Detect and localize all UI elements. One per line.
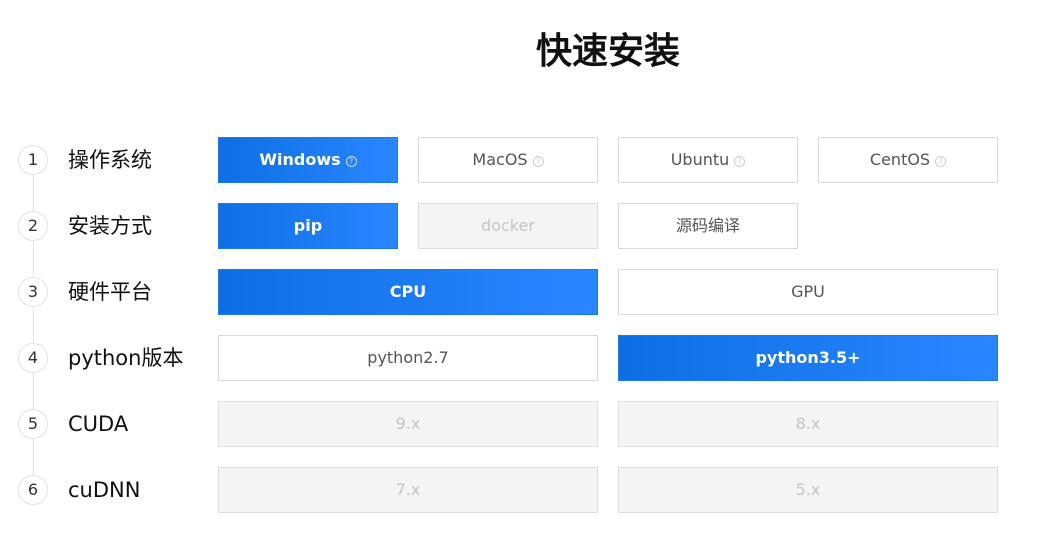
option-macos[interactable]: MacOS? [418, 137, 598, 183]
option-label: 9.x [395, 414, 421, 433]
option-label: python2.7 [367, 348, 449, 367]
option-label: CPU [389, 282, 427, 301]
question-icon[interactable]: ? [935, 156, 947, 167]
option-gpu[interactable]: GPU [618, 269, 998, 315]
option-label: 8.x [795, 414, 821, 433]
option-pip[interactable]: pip [218, 203, 398, 249]
question-icon[interactable]: ? [734, 156, 746, 167]
option-cudnn-7x: 7.x [218, 467, 598, 513]
option-label: 源码编译 [675, 216, 740, 235]
option-label: docker [481, 216, 535, 235]
option-label: MacOS [472, 150, 528, 169]
step-number: 4 [18, 343, 48, 373]
option-label: Ubuntu [670, 150, 730, 169]
step-row-cudnn: 6 cuDNN 7.x 5.x [0, 467, 1041, 513]
option-source-build[interactable]: 源码编译 [618, 203, 798, 249]
page-title: 快速安装 [535, 31, 680, 72]
step-number: 5 [18, 409, 48, 439]
option-python27[interactable]: python2.7 [218, 335, 598, 381]
option-windows[interactable]: Windows? [218, 137, 398, 183]
option-cudnn-5x: 5.x [618, 467, 998, 513]
step-label: 操作系统 [68, 148, 152, 172]
step-row-python-version: 4 python版本 python2.7 python3.5+ [0, 335, 1041, 381]
option-label: CentOS [869, 150, 931, 169]
option-docker: docker [418, 203, 598, 249]
step-label: CUDA [68, 412, 129, 436]
step-label: 安装方式 [68, 214, 152, 238]
step-label: cuDNN [68, 478, 141, 502]
option-ubuntu[interactable]: Ubuntu? [618, 137, 798, 183]
option-cuda-8x: 8.x [618, 401, 998, 447]
step-row-cuda: 5 CUDA 9.x 8.x [0, 401, 1041, 447]
option-label: python3.5+ [755, 348, 861, 367]
step-row-hardware: 3 硬件平台 CPU GPU [0, 269, 1041, 315]
option-label: pip [293, 216, 323, 235]
step-label: 硬件平台 [68, 280, 152, 304]
option-label: Windows [259, 150, 341, 169]
question-icon[interactable]: ? [532, 156, 544, 167]
option-python35[interactable]: python3.5+ [618, 335, 998, 381]
option-label: 5.x [795, 480, 821, 499]
option-label: 7.x [395, 480, 421, 499]
question-icon[interactable]: ? [345, 156, 357, 167]
step-number: 2 [18, 211, 48, 241]
step-number: 1 [18, 145, 48, 175]
step-row-install-method: 2 安装方式 pip docker 源码编译 [0, 203, 1041, 249]
step-row-os: 1 操作系统 Windows? MacOS? Ubuntu? CentOS? [0, 137, 1041, 183]
step-label: python版本 [68, 346, 184, 370]
step-number: 6 [18, 475, 48, 505]
option-centos[interactable]: CentOS? [818, 137, 998, 183]
step-number: 3 [18, 277, 48, 307]
option-label: GPU [791, 282, 825, 301]
option-cpu[interactable]: CPU [218, 269, 598, 315]
option-cuda-9x: 9.x [218, 401, 598, 447]
